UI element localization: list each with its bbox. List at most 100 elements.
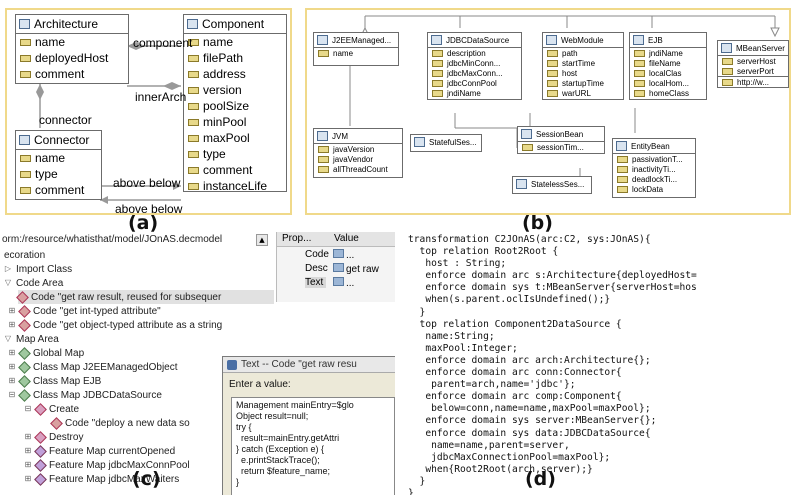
expand-icon[interactable]: ⊞	[24, 461, 32, 469]
prop-value-text: ...	[346, 278, 355, 289]
expand-icon[interactable]: ⊞	[24, 475, 32, 483]
value-column-header[interactable]: Value	[334, 233, 359, 244]
expand-icon[interactable]: ⊞	[8, 349, 16, 357]
class-architecture[interactable]: Architecture name deployedHost comment	[15, 14, 129, 84]
class-title: StatelessSes...	[531, 179, 585, 189]
attribute-icon	[722, 57, 733, 65]
dialog-text-area[interactable]: Management mainEntry=$glo Object result=…	[231, 397, 395, 495]
expand-icon[interactable]: ⊞	[8, 377, 16, 385]
edge-label-connector: connector	[39, 113, 92, 127]
attribute-icon	[617, 185, 628, 193]
prop-value[interactable]: ...	[333, 277, 393, 289]
dialog-code-text: Management mainEntry=$glo Object result=…	[236, 400, 354, 487]
class-sessionbean[interactable]: SessionBean sessionTim...	[517, 126, 605, 154]
action-icon	[34, 402, 47, 416]
attribute-icon	[547, 59, 558, 67]
text-dialog: Text -- Code "get raw resu Enter a value…	[222, 356, 395, 495]
expand-icon[interactable]: ⊞	[24, 447, 32, 455]
prop-value[interactable]: get raw	[333, 263, 393, 275]
collapse-icon[interactable]: ⊟	[8, 391, 16, 399]
attribute-icon	[318, 145, 329, 153]
class-entitybean[interactable]: EntityBean passivationT... inactivityTi.…	[612, 138, 696, 198]
expand-icon[interactable]: ▷	[4, 265, 12, 273]
expand-icon[interactable]: ⊞	[24, 433, 32, 441]
class-component[interactable]: Component name filePath address version …	[183, 14, 287, 193]
tree-item-label: Code "get int-typed attribute"	[33, 305, 161, 317]
class-icon	[546, 35, 557, 45]
attribute-icon	[722, 67, 733, 75]
tree-item[interactable]: ⊟ Class Map JDBCDataSource	[8, 388, 162, 402]
attribute-icon	[634, 89, 645, 97]
attribute-label: minPool	[203, 115, 247, 129]
attribute-icon	[20, 70, 31, 78]
prop-value[interactable]: ...	[333, 249, 393, 261]
map-icon	[18, 374, 31, 388]
collapse-icon[interactable]: ⊟	[24, 405, 32, 413]
tree-item[interactable]: ⊞ Feature Map jdbcMaxConnPool	[24, 458, 190, 472]
attribute-label: localClas	[649, 68, 682, 78]
expand-icon[interactable]: ⊞	[8, 363, 16, 371]
class-title: WebModule	[561, 35, 604, 45]
resource-path: orm:/resource/whatisthat/model/JOnAS.dec…	[2, 234, 223, 245]
tree-item[interactable]: ▽ Map Area	[4, 332, 59, 346]
attribute-label: sessionTim...	[537, 142, 584, 152]
class-j2eemanaged[interactable]: J2EEManaged... name	[313, 32, 399, 66]
tree-item-label: Map Area	[16, 333, 59, 345]
class-icon	[187, 19, 198, 29]
expand-icon[interactable]: ⊞	[8, 307, 16, 315]
attribute-icon	[188, 150, 199, 158]
tree-item[interactable]: ⊞ Global Map	[8, 346, 84, 360]
class-statefulsession[interactable]: StatefulSes...	[410, 134, 482, 152]
attribute-icon	[547, 49, 558, 57]
tree-item[interactable]: ⊞ Class Map EJB	[8, 374, 101, 388]
tree-item-label: Create	[49, 403, 80, 415]
collapse-icon[interactable]: ▽	[4, 279, 12, 287]
tree-item[interactable]: ▷ Import Class	[4, 262, 72, 276]
attribute-icon	[188, 86, 199, 94]
attribute-label: maxPool	[203, 131, 250, 145]
attribute-label: instanceLife	[203, 179, 268, 193]
tree-item[interactable]: ⊟ Create	[24, 402, 79, 416]
class-jvm[interactable]: JVM javaVersion javaVendor allThreadCoun…	[313, 128, 403, 178]
collapse-icon[interactable]: ▽	[4, 335, 12, 343]
class-ejb[interactable]: EJB jndiName fileName localClas localHom…	[629, 32, 707, 100]
tree-item-selected[interactable]: Code "get raw result, reused for subsequ…	[16, 290, 274, 304]
prop-column-header[interactable]: Prop...	[282, 233, 311, 244]
dialog-prompt: Enter a value:	[229, 379, 291, 390]
feature-icon	[34, 472, 47, 486]
tree-item[interactable]: ⊞ Class Map J2EEManagedObject	[8, 360, 178, 374]
tree-item[interactable]: ⊞ Feature Map currentOpened	[24, 444, 175, 458]
class-title: JVM	[332, 131, 348, 141]
scrollbar-up-button[interactable]: ▲	[256, 234, 268, 246]
attribute-label: allThreadCount	[333, 164, 388, 174]
attribute-label: passivationT...	[632, 154, 683, 164]
attribute-label: deadlockTi...	[632, 174, 678, 184]
attribute-icon	[318, 155, 329, 163]
tree-item-label: Code Area	[16, 277, 64, 289]
tree-item-label: Code "get object-typed attribute as a st…	[33, 319, 223, 331]
tree-item[interactable]: ⊞ Destroy	[24, 430, 83, 444]
class-title: Connector	[34, 133, 90, 147]
class-connector[interactable]: Connector name type comment	[15, 130, 102, 200]
panel-b-tag: (b)	[522, 212, 553, 234]
tree-item[interactable]: ecoration	[4, 248, 45, 262]
attribute-icon	[547, 89, 558, 97]
class-mbeanserver[interactable]: MBeanServer serverHost serverPort http:/…	[717, 40, 789, 88]
class-icon	[616, 141, 627, 151]
attribute-icon	[617, 155, 628, 163]
attribute-icon	[20, 38, 31, 46]
attribute-label: comment	[35, 67, 85, 81]
attribute-icon	[188, 166, 199, 174]
tree-item[interactable]: ⊞ Code "get object-typed attribute as a s…	[8, 318, 222, 332]
attribute-icon	[20, 54, 31, 62]
expand-icon[interactable]: ⊞	[8, 321, 16, 329]
class-icon	[317, 131, 328, 141]
tree-item[interactable]: ⊞ Code "get int-typed attribute"	[8, 304, 161, 318]
tree-item[interactable]: ▽ Code Area	[4, 276, 63, 290]
dialog-titlebar[interactable]: Text -- Code "get raw resu	[223, 357, 395, 373]
attribute-label: jdbcMaxConn...	[447, 68, 503, 78]
class-webmodule[interactable]: WebModule path startTime host startupTim…	[542, 32, 624, 100]
class-jdbcdatasource[interactable]: JDBCDataSource description jdbcMinConn..…	[427, 32, 522, 100]
class-statelesssession[interactable]: StatelessSes...	[512, 176, 592, 194]
tree-item[interactable]: Code "deploy a new data so	[50, 416, 190, 430]
